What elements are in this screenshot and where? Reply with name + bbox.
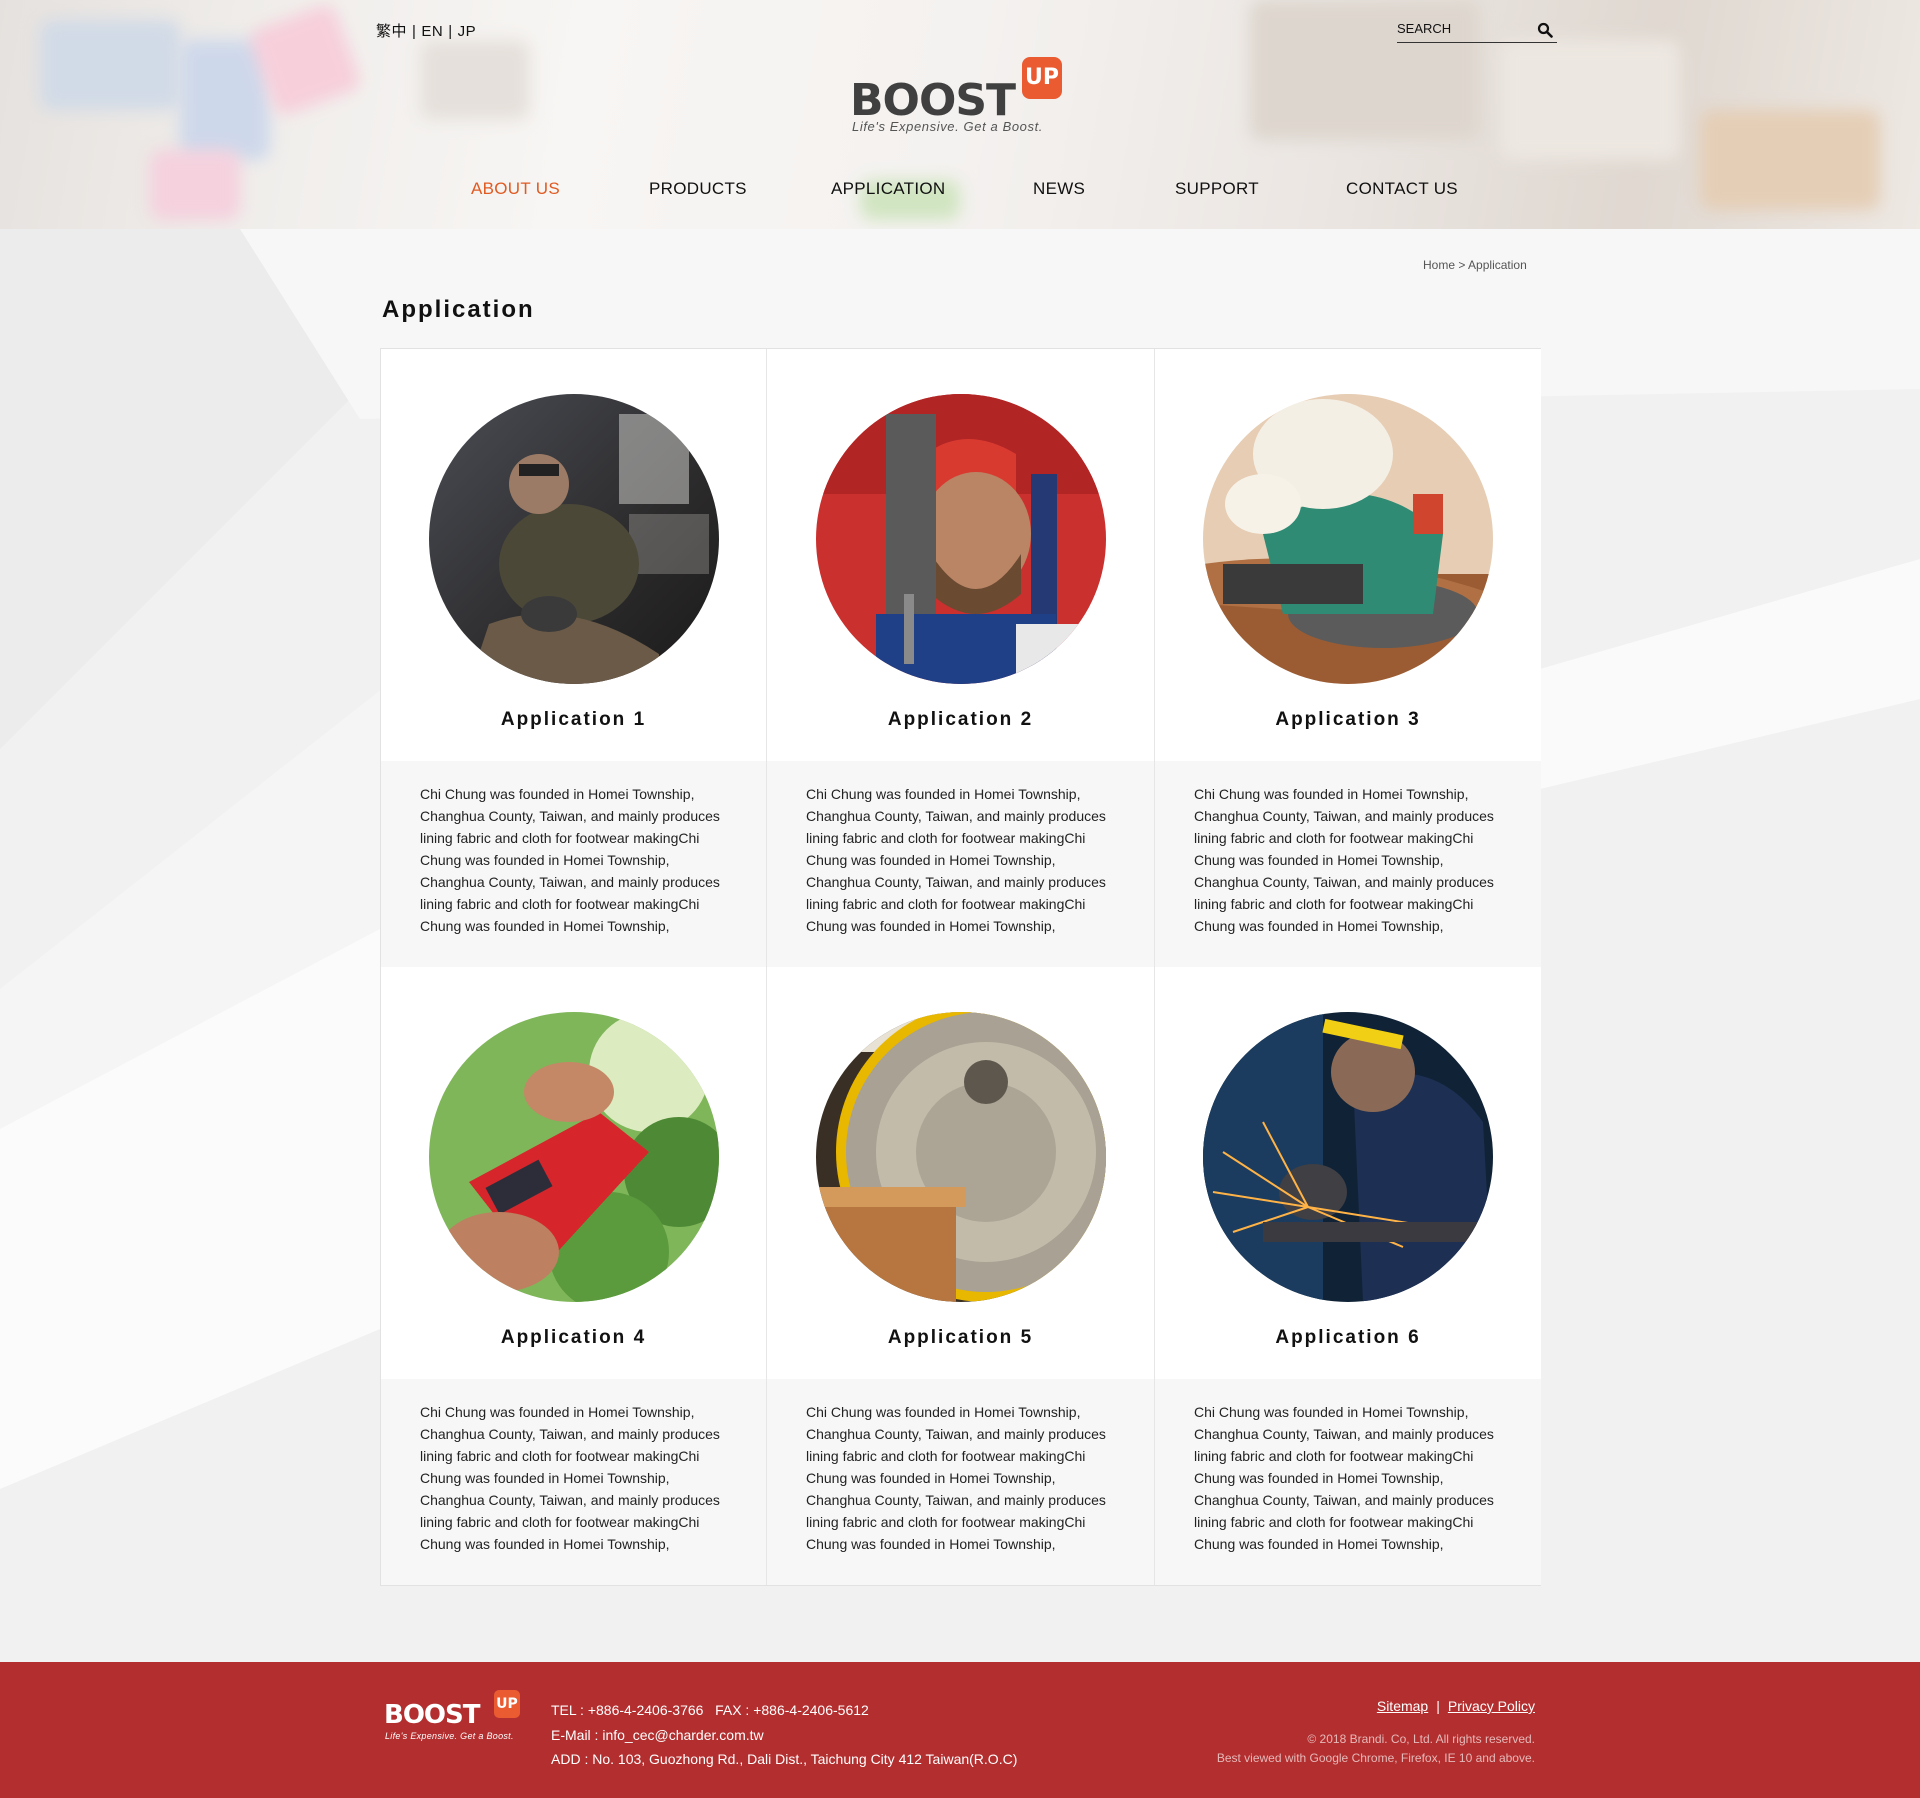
footer-tel-fax: TEL : +886-4-2406-3766 FAX : +886-4-2406…	[551, 1702, 869, 1718]
orbital-sander-photo	[1203, 394, 1493, 684]
footer-email: E-Mail : info_cec@charder.com.tw	[551, 1726, 764, 1743]
footer-logo-word: BOOST	[384, 1700, 480, 1730]
browser-note: Best viewed with Google Chrome, Firefox,…	[1216, 1751, 1535, 1765]
application-description: Chi Chung was founded in Homei Township,…	[806, 786, 1106, 934]
application-grid: Application 1 Chi Chung was founded in H…	[380, 348, 1541, 1586]
site-logo[interactable]: BOOST UP Life's Expensive. Get a Boost.	[850, 55, 1070, 135]
application-title[interactable]: Application 1	[381, 709, 766, 731]
footer-contact-info: TEL : +886-4-2406-3766 FAX : +886-4-2406…	[551, 1698, 1017, 1772]
search-icon[interactable]	[1537, 22, 1553, 38]
lang-en[interactable]: EN	[421, 23, 443, 40]
lang-zh[interactable]: 繁中	[376, 23, 407, 40]
sitemap-link[interactable]: Sitemap	[1377, 1698, 1428, 1714]
breadcrumb-separator: >	[1458, 258, 1466, 272]
footer-address: ADD : No. 103, Guozhong Rd., Dali Dist.,…	[551, 1751, 1018, 1767]
search-input[interactable]	[1397, 20, 1527, 36]
footer-logo-tagline: Life's Expensive. Get a Boost.	[385, 1731, 514, 1741]
nav-about-us[interactable]: ABOUT US	[471, 179, 560, 199]
header-banner: 繁中|EN|JP BOOST UP Life's Expensive. Get …	[0, 0, 1920, 229]
application-description: Chi Chung was founded in Homei Township,…	[420, 1404, 720, 1552]
drill-worker-photo	[816, 394, 1106, 684]
application-title[interactable]: Application 3	[1155, 709, 1541, 731]
application-card-6[interactable]: Application 6 Chi Chung was founded in H…	[1155, 967, 1541, 1585]
privacy-policy-link[interactable]: Privacy Policy	[1448, 1698, 1535, 1714]
application-title[interactable]: Application 6	[1155, 1327, 1541, 1349]
copyright-text: © 2018 Brandi. Co, Ltd. All rights reser…	[1307, 1732, 1535, 1746]
application-card-4[interactable]: Application 4 Chi Chung was founded in H…	[381, 967, 767, 1585]
application-description: Chi Chung was founded in Homei Township,…	[1194, 786, 1494, 934]
main-nav: ABOUT US PRODUCTS APPLICATION NEWS SUPPO…	[0, 179, 1920, 203]
footer-logo-badge: UP	[494, 1690, 520, 1718]
application-card-5[interactable]: Application 5 Chi Chung was founded in H…	[767, 967, 1155, 1585]
footer-copyright: © 2018 Brandi. Co, Ltd. All rights reser…	[1217, 1730, 1535, 1768]
search-box	[1397, 20, 1557, 43]
application-title[interactable]: Application 2	[767, 709, 1154, 731]
breadcrumb-current: Application	[1468, 258, 1527, 272]
application-card-1[interactable]: Application 1 Chi Chung was founded in H…	[381, 349, 767, 967]
footer-links: Sitemap | Privacy Policy	[1376, 1698, 1535, 1714]
logo-badge: UP	[1022, 57, 1062, 99]
application-card-2[interactable]: Application 2 Chi Chung was founded in H…	[767, 349, 1155, 967]
nav-application[interactable]: APPLICATION	[831, 179, 945, 199]
nav-products[interactable]: PRODUCTS	[649, 179, 747, 199]
logo-tagline: Life's Expensive. Get a Boost.	[852, 119, 1044, 134]
application-title[interactable]: Application 4	[381, 1327, 766, 1349]
application-description: Chi Chung was founded in Homei Township,…	[1194, 1404, 1494, 1552]
nav-news[interactable]: NEWS	[1033, 179, 1085, 199]
nav-support[interactable]: SUPPORT	[1175, 179, 1259, 199]
footer: BOOST UP Life's Expensive. Get a Boost. …	[0, 1662, 1920, 1798]
application-title[interactable]: Application 5	[767, 1327, 1154, 1349]
circular-saw-photo	[816, 1012, 1106, 1302]
language-switcher: 繁中 | EN | JP	[376, 23, 477, 40]
breadcrumb: Home > Application	[1423, 258, 1527, 272]
nav-contact-us[interactable]: CONTACT US	[1346, 179, 1458, 199]
application-card-3[interactable]: Application 3 Chi Chung was founded in H…	[1155, 349, 1541, 967]
footer-logo[interactable]: BOOST UP Life's Expensive. Get a Boost.	[384, 1690, 534, 1741]
breadcrumb-home[interactable]: Home	[1423, 258, 1455, 272]
lang-jp[interactable]: JP	[458, 23, 477, 40]
hedge-trimmer-photo	[429, 1012, 719, 1302]
worker-grinding-photo	[429, 394, 719, 684]
application-description: Chi Chung was founded in Homei Township,…	[420, 786, 720, 934]
application-description: Chi Chung was founded in Homei Township,…	[806, 1404, 1106, 1552]
angle-grinder-sparks-photo	[1203, 1012, 1493, 1302]
page-title: Application	[382, 296, 535, 323]
